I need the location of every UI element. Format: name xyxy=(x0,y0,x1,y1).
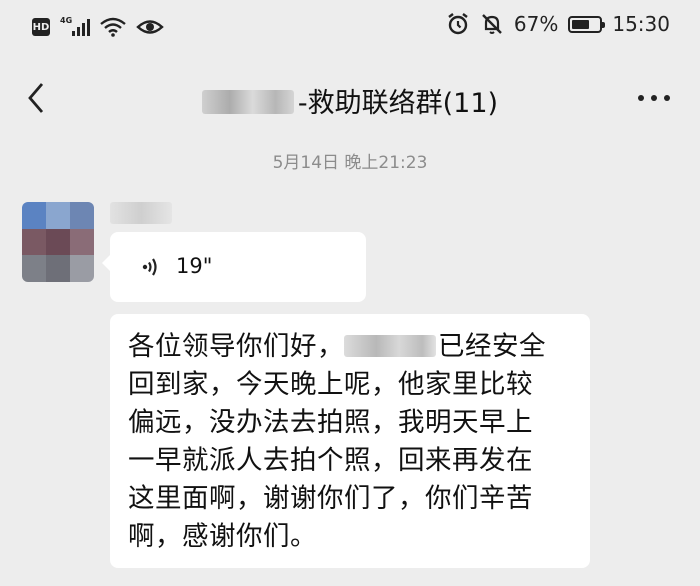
chat-screen: HD 4G 67% 15:30 -救助联络群(11) 5月14日 晚上21:23… xyxy=(0,0,700,586)
battery-icon xyxy=(568,15,606,33)
wifi-icon xyxy=(100,17,126,37)
voice-wave-icon xyxy=(142,258,157,276)
message-line: 偏远，没办法去拍照，我明天早上 xyxy=(128,407,533,438)
more-options-button[interactable] xyxy=(638,95,670,101)
voice-duration: 19" xyxy=(176,254,213,278)
chat-title-text: -救助联络群(11) xyxy=(297,88,499,119)
eye-icon xyxy=(136,20,164,34)
message-line: 一早就派人去拍个照，回来再发在 xyxy=(128,445,533,476)
message-line: 回到家，今天晚上呢，他家里比较 xyxy=(128,369,533,400)
text-message-bubble[interactable]: 各位领导你们好， 已经安全 回到家，今天晚上呢，他家里比较 偏远，没办法去拍照，我… xyxy=(110,314,590,568)
message-line: 啊，感谢你们。 xyxy=(128,521,317,552)
chat-title: -救助联络群(11) xyxy=(0,81,700,120)
message-line: 各位领导你们好， 已经安全 xyxy=(128,331,546,362)
hd-icon: HD xyxy=(32,18,50,36)
avatar[interactable] xyxy=(22,202,94,282)
alarm-icon xyxy=(448,13,468,35)
more-dots-icon xyxy=(638,95,644,101)
status-bar: HD 4G 67% 15:30 xyxy=(0,0,700,56)
battery-percent: 67% xyxy=(513,12,559,36)
battery-level-fill xyxy=(572,19,590,29)
redacted-group-name xyxy=(201,90,294,114)
chat-header: -救助联络群(11) xyxy=(0,64,700,130)
redacted-sender-name xyxy=(110,202,172,224)
bell-muted-icon xyxy=(482,14,502,34)
status-clock: 15:30 xyxy=(612,12,670,36)
status-bar-right: 67% 15:30 xyxy=(446,12,670,36)
status-bar-left: HD 4G xyxy=(32,16,164,38)
message-line: 这里面啊，谢谢你们了，你们辛苦 xyxy=(128,483,533,514)
signal-icon: 4G xyxy=(60,16,90,38)
message-timestamp: 5月14日 晚上21:23 xyxy=(272,153,428,173)
voice-message-bubble[interactable]: 19" xyxy=(102,232,366,302)
redacted-name xyxy=(344,335,436,357)
network-type-label: 4G xyxy=(60,16,73,25)
